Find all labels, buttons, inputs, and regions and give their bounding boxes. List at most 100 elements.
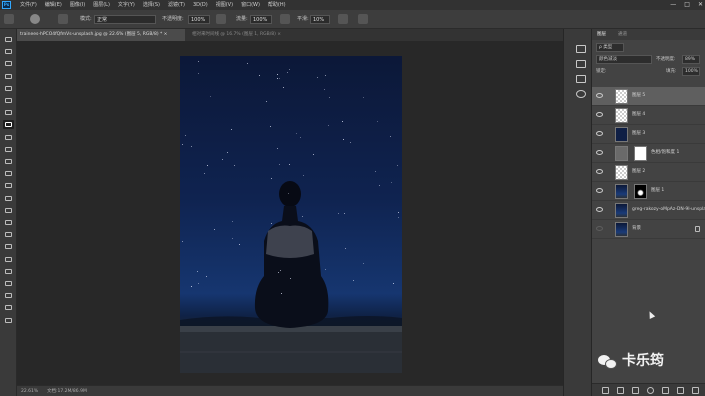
history-brush-tool-icon[interactable] [3, 145, 14, 154]
mode-select[interactable]: 正常 [94, 15, 156, 24]
layer-row[interactable]: 图层 2 [592, 163, 705, 182]
layer-row[interactable]: 色相/饱和度 1 [592, 144, 705, 163]
brush-tool-icon[interactable] [3, 120, 14, 130]
stamp-tool-icon[interactable] [3, 133, 14, 142]
star [324, 74, 326, 76]
adjustments-icon[interactable] [576, 75, 586, 83]
brush-settings-icon[interactable] [58, 14, 68, 24]
blur-tool-icon[interactable] [3, 181, 14, 190]
marquee-tool-icon[interactable] [3, 47, 14, 56]
visibility-eye-icon[interactable] [596, 169, 603, 174]
new-group-icon[interactable] [662, 387, 669, 394]
star [277, 77, 279, 79]
visibility-eye-icon[interactable] [596, 188, 603, 193]
panel-opacity-field[interactable]: 89% [682, 55, 700, 64]
layer-row[interactable]: 图层 4 [592, 106, 705, 125]
visibility-eye-icon[interactable] [596, 226, 603, 231]
quick-mask-tool-icon[interactable] [3, 303, 14, 312]
layer-row[interactable]: 图层 1 [592, 182, 705, 201]
fill-field[interactable]: 100% [682, 67, 700, 76]
new-layer-icon[interactable] [677, 387, 684, 394]
document-canvas[interactable] [180, 56, 402, 373]
airbrush-icon[interactable] [280, 14, 290, 24]
star [233, 164, 235, 166]
tab-second-document[interactable]: 相对来时间线 @ 16.7% (图层 1, RGB/8) × [189, 29, 329, 41]
layer-kind-filter[interactable]: ρ 类型 [596, 43, 624, 52]
star [279, 163, 281, 165]
visibility-eye-icon[interactable] [596, 93, 603, 98]
layer-thumbnail [615, 203, 628, 218]
gradient-tool-icon[interactable] [3, 169, 14, 178]
menu-type[interactable]: 文字(Y) [118, 1, 135, 9]
tab-active-document[interactable]: trainees-hPCO4fQfmVs-unsplash.jpg @ 22.6… [17, 29, 185, 41]
zoom-tool-icon[interactable] [3, 267, 14, 276]
crop-tool-icon[interactable] [3, 84, 14, 93]
menu-edit[interactable]: 编辑(E) [45, 1, 62, 9]
opacity-field[interactable]: 100% [188, 15, 210, 24]
color-swatch-tool-icon[interactable] [3, 291, 14, 300]
adjustment-layer-icon[interactable] [647, 387, 654, 394]
text-tool-icon[interactable] [3, 218, 14, 227]
star [206, 164, 208, 166]
rotate-view-icon[interactable] [576, 90, 586, 98]
minimize-button[interactable]: — [670, 1, 676, 9]
menu-view[interactable]: 视图(V) [216, 1, 233, 9]
menu-select[interactable]: 选择(S) [143, 1, 160, 9]
hand-tool-icon[interactable] [3, 255, 14, 264]
quick-select-tool-icon[interactable] [3, 72, 14, 81]
delete-layer-icon[interactable] [692, 387, 699, 394]
properties-icon[interactable] [576, 60, 586, 68]
blend-mode-select[interactable]: 颜色减淡 [596, 55, 652, 64]
menu-image[interactable]: 图像(I) [70, 1, 85, 9]
star [390, 135, 392, 137]
tab-channels[interactable]: 通道 [618, 31, 627, 39]
layer-row[interactable]: 图层 3 [592, 125, 705, 144]
menu-window[interactable]: 窗口(W) [241, 1, 260, 9]
menu-file[interactable]: 文件(F) [20, 1, 37, 9]
layer-name: 图层 2 [632, 169, 646, 174]
pressure-opacity-icon[interactable] [216, 14, 226, 24]
panel-opacity-label: 不透明度: [656, 57, 676, 62]
move-tool-icon[interactable] [3, 35, 14, 44]
smoothing-field[interactable]: 10% [310, 15, 330, 24]
path-select-tool-icon[interactable] [3, 230, 14, 239]
healing-tool-icon[interactable] [3, 108, 14, 117]
eraser-tool-icon[interactable] [3, 157, 14, 166]
layer-row[interactable]: 背景 [592, 220, 705, 239]
zoom-level[interactable]: 22.61% [21, 387, 38, 396]
eyedropper-tool-icon[interactable] [3, 96, 14, 105]
visibility-eye-icon[interactable] [596, 150, 603, 155]
tab-layers[interactable]: 图层 [597, 31, 606, 39]
brush-size-icon[interactable] [30, 14, 40, 24]
add-mask-icon[interactable] [632, 387, 639, 394]
menu-list: 文件(F) 编辑(E) 图像(I) 图层(L) 文字(Y) 选择(S) 滤镜(T… [20, 1, 286, 9]
lasso-tool-icon[interactable] [3, 59, 14, 68]
layer-thumbnail [615, 127, 628, 142]
visibility-eye-icon[interactable] [596, 112, 603, 117]
more-tools-tool-icon[interactable] [3, 279, 14, 288]
layer-row[interactable]: greg-rakozy-oMpAz-DN-9I-unsplash [592, 201, 705, 220]
close-button[interactable]: ✕ [698, 1, 703, 9]
visibility-eye-icon[interactable] [596, 131, 603, 136]
dodge-tool-icon[interactable] [3, 194, 14, 203]
menu-layer[interactable]: 图层(L) [93, 1, 110, 9]
blend-row: 颜色减淡 不透明度: 89% [594, 54, 704, 65]
symmetry-icon[interactable] [358, 14, 368, 24]
screen-mode-tool-icon[interactable] [3, 316, 14, 325]
menu-bar: Ps 文件(F) 编辑(E) 图像(I) 图层(L) 文字(Y) 选择(S) 滤… [0, 0, 705, 10]
menu-filter[interactable]: 滤镜(T) [168, 1, 185, 9]
history-icon[interactable] [576, 45, 586, 53]
layer-name: 图层 5 [632, 93, 646, 98]
layer-style-icon[interactable] [617, 387, 624, 394]
layer-row[interactable]: 图层 5 [592, 87, 705, 106]
smoothing-gear-icon[interactable] [338, 14, 348, 24]
link-layers-icon[interactable] [602, 387, 609, 394]
shape-tool-icon[interactable] [3, 242, 14, 251]
flow-field[interactable]: 100% [250, 15, 272, 24]
menu-3d[interactable]: 3D(D) [193, 1, 208, 9]
maximize-button[interactable]: □ [684, 1, 690, 9]
brush-tool-preset-icon[interactable] [4, 14, 14, 24]
visibility-eye-icon[interactable] [596, 207, 603, 212]
menu-help[interactable]: 帮助(H) [268, 1, 286, 9]
pen-tool-icon[interactable] [3, 206, 14, 215]
